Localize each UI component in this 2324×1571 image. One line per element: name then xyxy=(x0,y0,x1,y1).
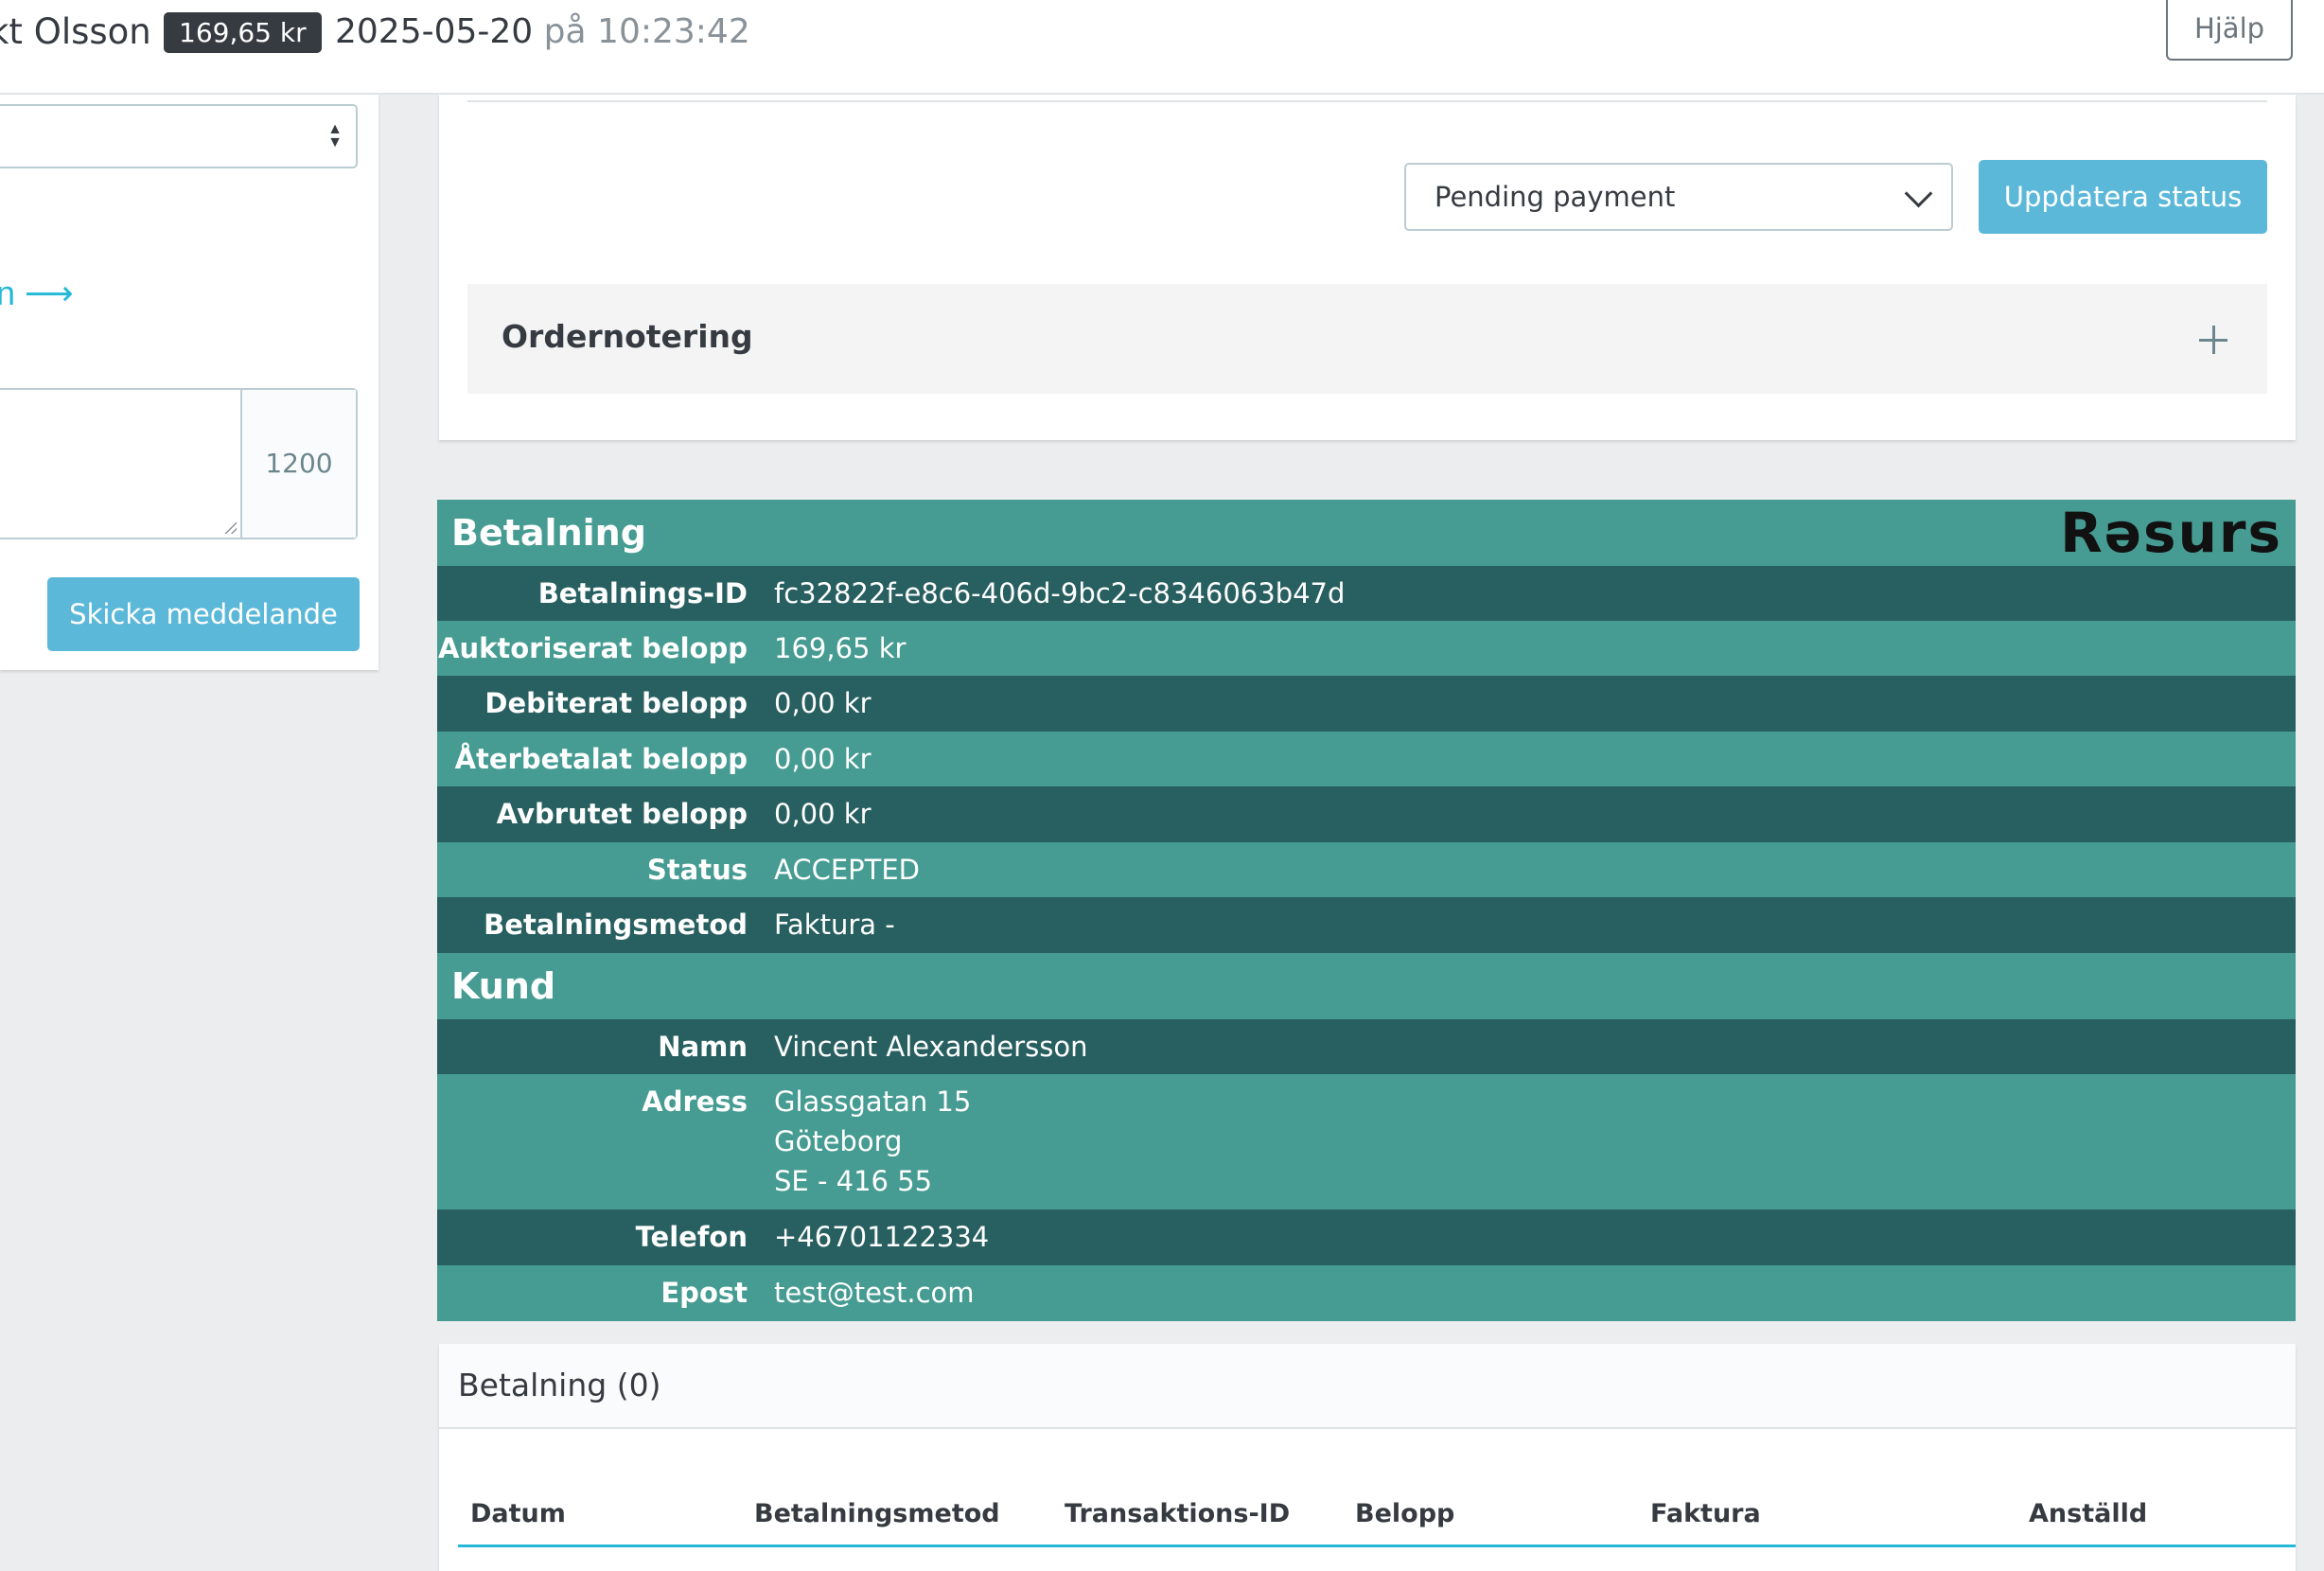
message-panel: ▲ ▼ n ⟶ 1200 Skicka meddelande xyxy=(0,95,379,670)
payment-section-title: Betalning xyxy=(451,512,646,554)
message-textarea[interactable] xyxy=(0,390,242,538)
row-key: Återbetalat belopp xyxy=(454,743,748,775)
row-value: 0,00 kr xyxy=(774,687,872,719)
row-value: 0,00 kr xyxy=(774,798,872,830)
message-template-select[interactable]: ▲ ▼ xyxy=(0,104,358,168)
customer-row-address: Adress Glassgatan 15 Göteborg SE - 416 5… xyxy=(437,1074,2296,1209)
row-value: 169,65 kr xyxy=(774,632,907,664)
order-note-title: Ordernotering xyxy=(502,318,753,355)
table-header-divider xyxy=(458,1545,2296,1547)
column-header-anstalld[interactable]: Anställd xyxy=(2029,1495,2147,1533)
row-value: 0,00 kr xyxy=(774,743,872,775)
row-key: Adress xyxy=(642,1086,748,1118)
customer-row-name: Namn Vincent Alexandersson xyxy=(437,1019,2296,1074)
help-button[interactable]: Hjälp xyxy=(2166,0,2293,61)
column-header-faktura[interactable]: Faktura xyxy=(1650,1495,1761,1533)
customer-row-email: Epost test@test.com xyxy=(437,1265,2296,1321)
column-header-betalningsmetod[interactable]: Betalningsmetod xyxy=(754,1495,1000,1533)
payment-row: Betalningsmetod Faktura - xyxy=(437,897,2296,953)
sort-arrows-icon: ▲ ▼ xyxy=(327,121,343,150)
address-line: SE - 416 55 xyxy=(774,1165,933,1197)
row-key: Betalnings-ID xyxy=(537,577,748,609)
address-line: Glassgatan 15 xyxy=(774,1086,972,1118)
row-key: Debiterat belopp xyxy=(484,687,748,719)
order-date: 2025-05-20 xyxy=(335,12,534,51)
resurs-logo: Rəsurs xyxy=(2060,501,2282,565)
divider xyxy=(467,100,2267,102)
order-datetime: 2025-05-20 på 10:23:42 xyxy=(335,9,750,55)
order-header: kt Olsson 169,65 kr 2025-05-20 på 10:23:… xyxy=(0,0,2324,95)
row-key: Namn xyxy=(658,1031,748,1063)
payment-row: Debiterat belopp 0,00 kr xyxy=(437,676,2296,732)
column-header-transaktions-id[interactable]: Transaktions-ID xyxy=(1065,1495,1290,1533)
address-line: Göteborg xyxy=(774,1125,903,1157)
column-header-datum[interactable]: Datum xyxy=(470,1495,566,1533)
order-time: 10:23:42 xyxy=(597,12,750,51)
order-status-value: Pending payment xyxy=(1435,181,1676,213)
configure-link[interactable]: n ⟶ xyxy=(0,274,74,312)
plus-icon[interactable] xyxy=(2199,326,2227,354)
resurs-payment-info: Betalning Rəsurs Betalnings-ID fc32822f-… xyxy=(437,500,2296,1321)
payment-row: Betalnings-ID fc32822f-e8c6-406d-9bc2-c8… xyxy=(437,566,2296,621)
order-time-prefix: på xyxy=(543,12,587,51)
customer-name-value: Vincent Alexandersson xyxy=(774,1031,1088,1063)
chevron-down-icon xyxy=(1904,179,1933,208)
payments-card-title: Betalning (0) xyxy=(458,1367,661,1403)
customer-section-header: Kund xyxy=(437,953,2296,1019)
payment-row: Återbetalat belopp 0,00 kr xyxy=(437,732,2296,786)
row-key: Betalningsmetod xyxy=(484,909,748,941)
payments-card: Betalning (0) Datum Betalningsmetod Tran… xyxy=(439,1344,2296,1571)
customer-phone-value: +46701122334 xyxy=(774,1221,990,1253)
message-input-group: 1200 xyxy=(0,388,358,539)
row-key: Avbrutet belopp xyxy=(496,798,748,830)
payment-row: Status ACCEPTED xyxy=(437,842,2296,897)
order-note-panel[interactable]: Ordernotering xyxy=(467,284,2267,394)
payments-card-header: Betalning (0) xyxy=(439,1344,2296,1429)
row-value: Faktura - xyxy=(774,909,895,941)
send-message-button[interactable]: Skicka meddelande xyxy=(47,577,360,651)
row-key: Status xyxy=(646,854,748,886)
payment-section-header: Betalning Rəsurs xyxy=(437,500,2296,566)
column-header-belopp[interactable]: Belopp xyxy=(1355,1495,1454,1533)
customer-address-value: Glassgatan 15 Göteborg SE - 416 55 xyxy=(774,1082,971,1201)
update-status-button[interactable]: Uppdatera status xyxy=(1979,160,2267,234)
payment-row: Avbrutet belopp 0,00 kr xyxy=(437,786,2296,842)
customer-section-title: Kund xyxy=(451,965,556,1007)
order-status-select[interactable]: Pending payment xyxy=(1404,163,1953,231)
customer-name: kt Olsson xyxy=(0,11,151,52)
resize-handle-icon[interactable] xyxy=(223,521,237,534)
customer-email-value: test@test.com xyxy=(774,1277,975,1309)
payment-row: Auktoriserat belopp 169,65 kr xyxy=(437,621,2296,676)
row-value: ACCEPTED xyxy=(774,854,921,886)
row-key: Epost xyxy=(660,1277,748,1309)
order-total-badge: 169,65 kr xyxy=(164,12,322,53)
row-key: Auktoriserat belopp xyxy=(438,632,748,664)
order-status-card: Pending payment Uppdatera status Orderno… xyxy=(439,95,2296,440)
customer-row-phone: Telefon +46701122334 xyxy=(437,1209,2296,1265)
char-counter: 1200 xyxy=(242,390,356,538)
row-key: Telefon xyxy=(635,1221,748,1253)
row-value: fc32822f-e8c6-406d-9bc2-c8346063b47d xyxy=(774,577,1346,609)
